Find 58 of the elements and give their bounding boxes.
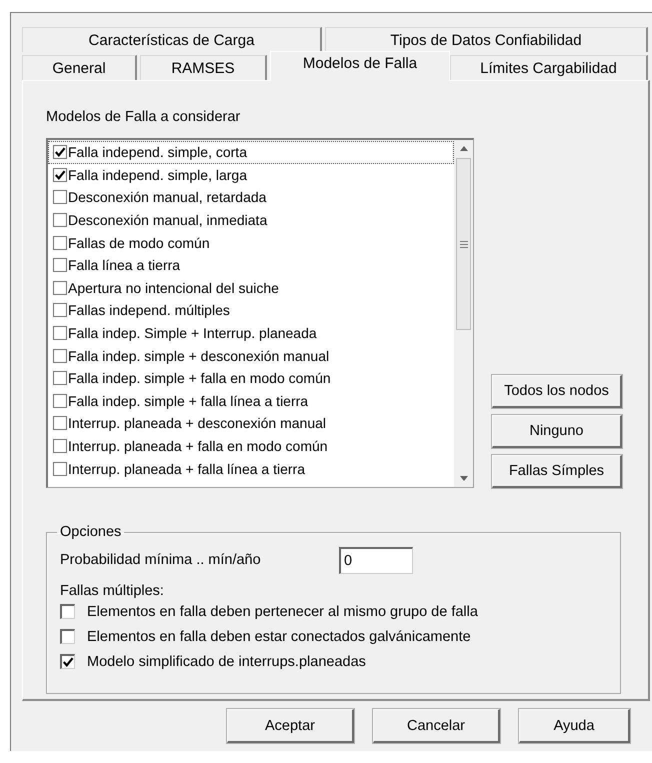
- checkbox[interactable]: [53, 348, 67, 363]
- checkbox[interactable]: [53, 326, 67, 340]
- action-button[interactable]: Fallas Símples: [492, 455, 622, 488]
- dialog-button[interactable]: Aceptar: [227, 709, 354, 743]
- action-button[interactable]: Todos los nodos: [492, 375, 622, 408]
- checkbox[interactable]: [53, 303, 67, 318]
- tab[interactable]: Modelos de Falla: [270, 51, 450, 81]
- checkbox[interactable]: [53, 190, 67, 204]
- dialog-button[interactable]: Ayuda: [519, 709, 630, 743]
- subsection-label: Fallas múltiples:: [60, 583, 165, 599]
- checkbox-label: Elementos en falla deben estar conectados galvánicamente: [87, 628, 471, 644]
- field-label: Probabilidad mínima .. mín/año: [60, 552, 262, 568]
- list-item[interactable]: Apertura no intencional del suiche: [48, 276, 454, 300]
- list-item[interactable]: Falla indep. simple + falla en modo común: [48, 366, 454, 390]
- tab[interactable]: Tipos de Datos Confiabilidad: [325, 27, 648, 52]
- list-item[interactable]: Desconexión manual, inmediata: [48, 208, 454, 232]
- list-item[interactable]: Falla indep. Simple + Interrup. planeada: [48, 322, 454, 344]
- list-item[interactable]: Desconexión manual, retardada: [48, 186, 454, 209]
- list-item[interactable]: Fallas independ. múltiples: [48, 299, 454, 322]
- group-title: Opciones: [59, 524, 122, 540]
- checkbox-label: Modelo simplificado de interrups.planeadas: [87, 654, 366, 670]
- list-item[interactable]: Interrup. planeada + falla en modo común: [48, 434, 454, 458]
- checkbox[interactable]: [53, 394, 67, 408]
- list-item[interactable]: Falla independ. simple, corta: [48, 141, 454, 164]
- list-item[interactable]: Interrup. planeada + desconexión manual: [48, 412, 454, 435]
- tab[interactable]: General: [22, 55, 137, 80]
- list-item[interactable]: Falla indep. simple + desconexión manual: [48, 344, 454, 367]
- tab[interactable]: Límites Cargabilidad: [450, 55, 648, 80]
- checkbox[interactable]: [60, 604, 75, 619]
- dialog-button[interactable]: Cancelar: [373, 709, 500, 743]
- checkbox[interactable]: [53, 168, 67, 182]
- scrollbar[interactable]: [454, 140, 473, 487]
- section-title: Modelos de Falla a considerar: [46, 109, 242, 127]
- checkbox[interactable]: [53, 145, 67, 160]
- checkbox[interactable]: [60, 654, 75, 669]
- action-button[interactable]: Ninguno: [492, 415, 622, 448]
- tab[interactable]: Características de Carga: [22, 27, 322, 52]
- list-item[interactable]: Falla independ. simple, larga: [48, 164, 454, 186]
- list-item[interactable]: Fallas de modo común: [48, 231, 454, 254]
- checkbox[interactable]: [53, 462, 67, 476]
- checkbox[interactable]: [53, 439, 67, 454]
- grip-icon: [460, 240, 468, 248]
- tab[interactable]: RAMSES: [140, 55, 267, 80]
- checkbox[interactable]: [53, 258, 67, 272]
- checkbox[interactable]: [53, 213, 67, 228]
- checkbox-label: Elementos en falla deben pertenecer al mismo grupo de falla: [87, 604, 478, 620]
- list-item[interactable]: Falla indep. simple + falla línea a tierra: [48, 390, 454, 412]
- checkbox[interactable]: [53, 280, 67, 295]
- checkbox[interactable]: [53, 371, 67, 386]
- input-field[interactable]: 0: [339, 546, 413, 574]
- list-item[interactable]: Interrup. planeada + falla línea a tierra: [48, 457, 454, 480]
- scroll-up-icon[interactable]: [460, 146, 468, 151]
- scroll-down-icon[interactable]: [460, 476, 468, 481]
- scroll-thumb[interactable]: [456, 158, 471, 330]
- list-item[interactable]: Falla línea a tierra: [48, 254, 454, 277]
- checkbox[interactable]: [53, 416, 67, 430]
- checkbox[interactable]: [60, 629, 75, 644]
- checkbox[interactable]: [53, 236, 67, 250]
